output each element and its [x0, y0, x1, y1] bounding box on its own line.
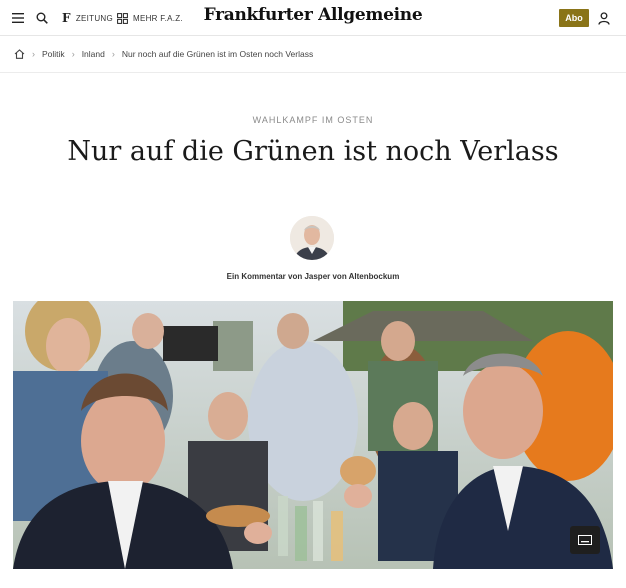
article-headline: Nur auf die Grünen ist noch Verlass: [67, 136, 559, 167]
article-kicker: WAHLKAMPF IM OSTEN: [252, 115, 374, 125]
breadcrumb-separator: ›: [71, 49, 75, 59]
breadcrumb-separator: ›: [111, 49, 115, 59]
divider: [0, 72, 626, 73]
top-navigation-bar: F ZEITUNG MEHR F.A.Z. Frankfurter Allgem…: [0, 0, 626, 36]
image-caption-icon: [578, 535, 592, 545]
user-icon[interactable]: [598, 0, 610, 36]
breadcrumb-item-politik[interactable]: Politik: [42, 49, 65, 59]
breadcrumb-separator: ›: [32, 49, 35, 59]
site-logo[interactable]: Frankfurter Allgemeine: [0, 5, 626, 25]
home-icon[interactable]: [14, 49, 25, 59]
breadcrumb: › Politik › Inland › Nur noch auf die Gr…: [14, 44, 313, 64]
gallery-button[interactable]: [570, 526, 600, 554]
author-avatar[interactable]: [290, 216, 334, 260]
abo-button[interactable]: Abo: [559, 9, 589, 27]
hero-photo: [13, 301, 613, 569]
breadcrumb-item-inland[interactable]: Inland: [82, 49, 105, 59]
breadcrumb-item-current: Nur noch auf die Grünen ist im Osten noc…: [121, 49, 314, 59]
article-byline: Ein Kommentar von Jasper von Altenbockum: [226, 272, 400, 281]
